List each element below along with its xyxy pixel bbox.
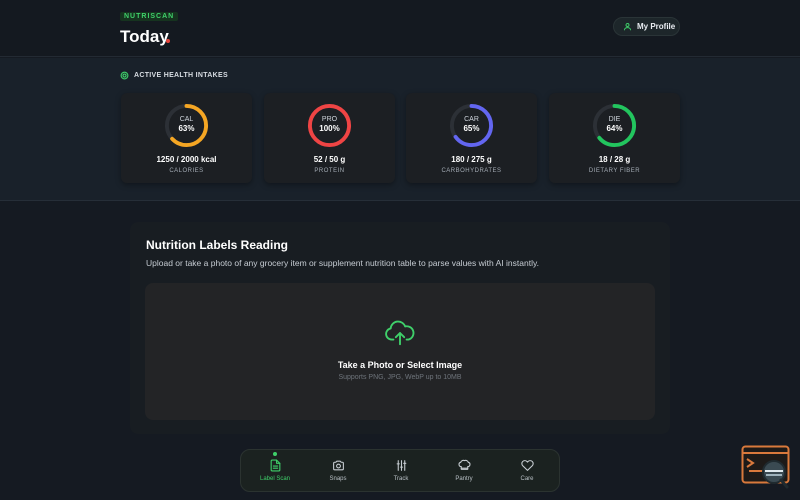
cloud-upload-icon [385, 320, 415, 346]
ring-percent: 100% [319, 124, 340, 133]
heart-icon [520, 460, 534, 471]
intake-value: 1250 / 2000 kcal [156, 155, 217, 164]
my-profile-label: My Profile [637, 22, 676, 31]
nav-label: Care [520, 476, 534, 482]
nutrition-label-reader: Nutrition Labels Reading Upload or take … [130, 222, 670, 434]
ring-percent: 63% [178, 124, 195, 133]
intake-value: 18 / 28 g [598, 155, 631, 164]
nav-label-scan[interactable]: Label Scan [244, 450, 306, 493]
nav-label: Label Scan [259, 476, 291, 482]
intake-label: PROTEIN [314, 168, 345, 174]
intake-card-carbohydrates: CAR 65% 180 / 275 g CARBOHYDRATES [406, 93, 537, 183]
ring-percent: 65% [463, 124, 480, 133]
document-icon [270, 459, 280, 472]
nav-label: Snaps [329, 476, 347, 482]
camera-icon [332, 460, 344, 471]
bottom-navigation: Label Scan Snaps Track Pantry Care [240, 449, 560, 492]
user-icon [624, 23, 631, 31]
intake-card-calories: CAL 63% 1250 / 2000 kcal CALORIES [121, 93, 252, 183]
section-heading: ACTIVE HEALTH INTAKES [120, 71, 228, 80]
active-indicator [273, 452, 277, 456]
ring-abbr: CAL [179, 116, 194, 123]
intake-label: CARBOHYDRATES [441, 168, 502, 174]
terminal-search-icon[interactable] [741, 445, 791, 490]
chef-hat-icon [457, 459, 471, 470]
intake-value: 52 / 50 g [313, 155, 346, 164]
title-accent-dot [166, 39, 170, 43]
ring-percent: 64% [606, 124, 623, 133]
dropzone-hint: Supports PNG, JPG, WebP up to 10MB [338, 374, 462, 381]
target-icon [120, 71, 129, 80]
nav-care[interactable]: Care [496, 450, 558, 493]
nav-snaps[interactable]: Snaps [307, 450, 369, 493]
intake-label: CALORIES [169, 168, 204, 174]
sliders-icon [396, 460, 406, 471]
page-title: Today [120, 27, 169, 46]
intake-value: 180 / 275 g [451, 155, 492, 164]
ring-abbr: PRO [321, 116, 338, 123]
ring-abbr: CAR [464, 116, 479, 123]
brand-badge: NUTRISCAN [120, 12, 179, 21]
nav-label: Pantry [455, 476, 473, 482]
nav-label: Track [393, 476, 409, 482]
app-header: NUTRISCAN Today My Profile [0, 0, 800, 57]
ring-abbr: DIE [608, 116, 621, 123]
dropzone-title: Take a Photo or Select Image [337, 360, 463, 370]
intake-card-dietary-fiber: DIE 64% 18 / 28 g DIETARY FIBER [549, 93, 680, 183]
upload-title: Nutrition Labels Reading [146, 238, 289, 252]
upload-description: Upload or take a photo of any grocery it… [146, 258, 539, 268]
intakes-section: ACTIVE HEALTH INTAKES CAL 63% 1250 / 200… [0, 58, 800, 201]
section-title: ACTIVE HEALTH INTAKES [134, 72, 228, 79]
image-dropzone[interactable]: Take a Photo or Select Image Supports PN… [145, 283, 655, 420]
intake-label: DIETARY FIBER [588, 168, 641, 174]
nav-pantry[interactable]: Pantry [433, 450, 495, 493]
intake-card-protein: PRO 100% 52 / 50 g PROTEIN [264, 93, 395, 183]
my-profile-button[interactable]: My Profile [613, 17, 680, 36]
nav-track[interactable]: Track [370, 450, 432, 493]
